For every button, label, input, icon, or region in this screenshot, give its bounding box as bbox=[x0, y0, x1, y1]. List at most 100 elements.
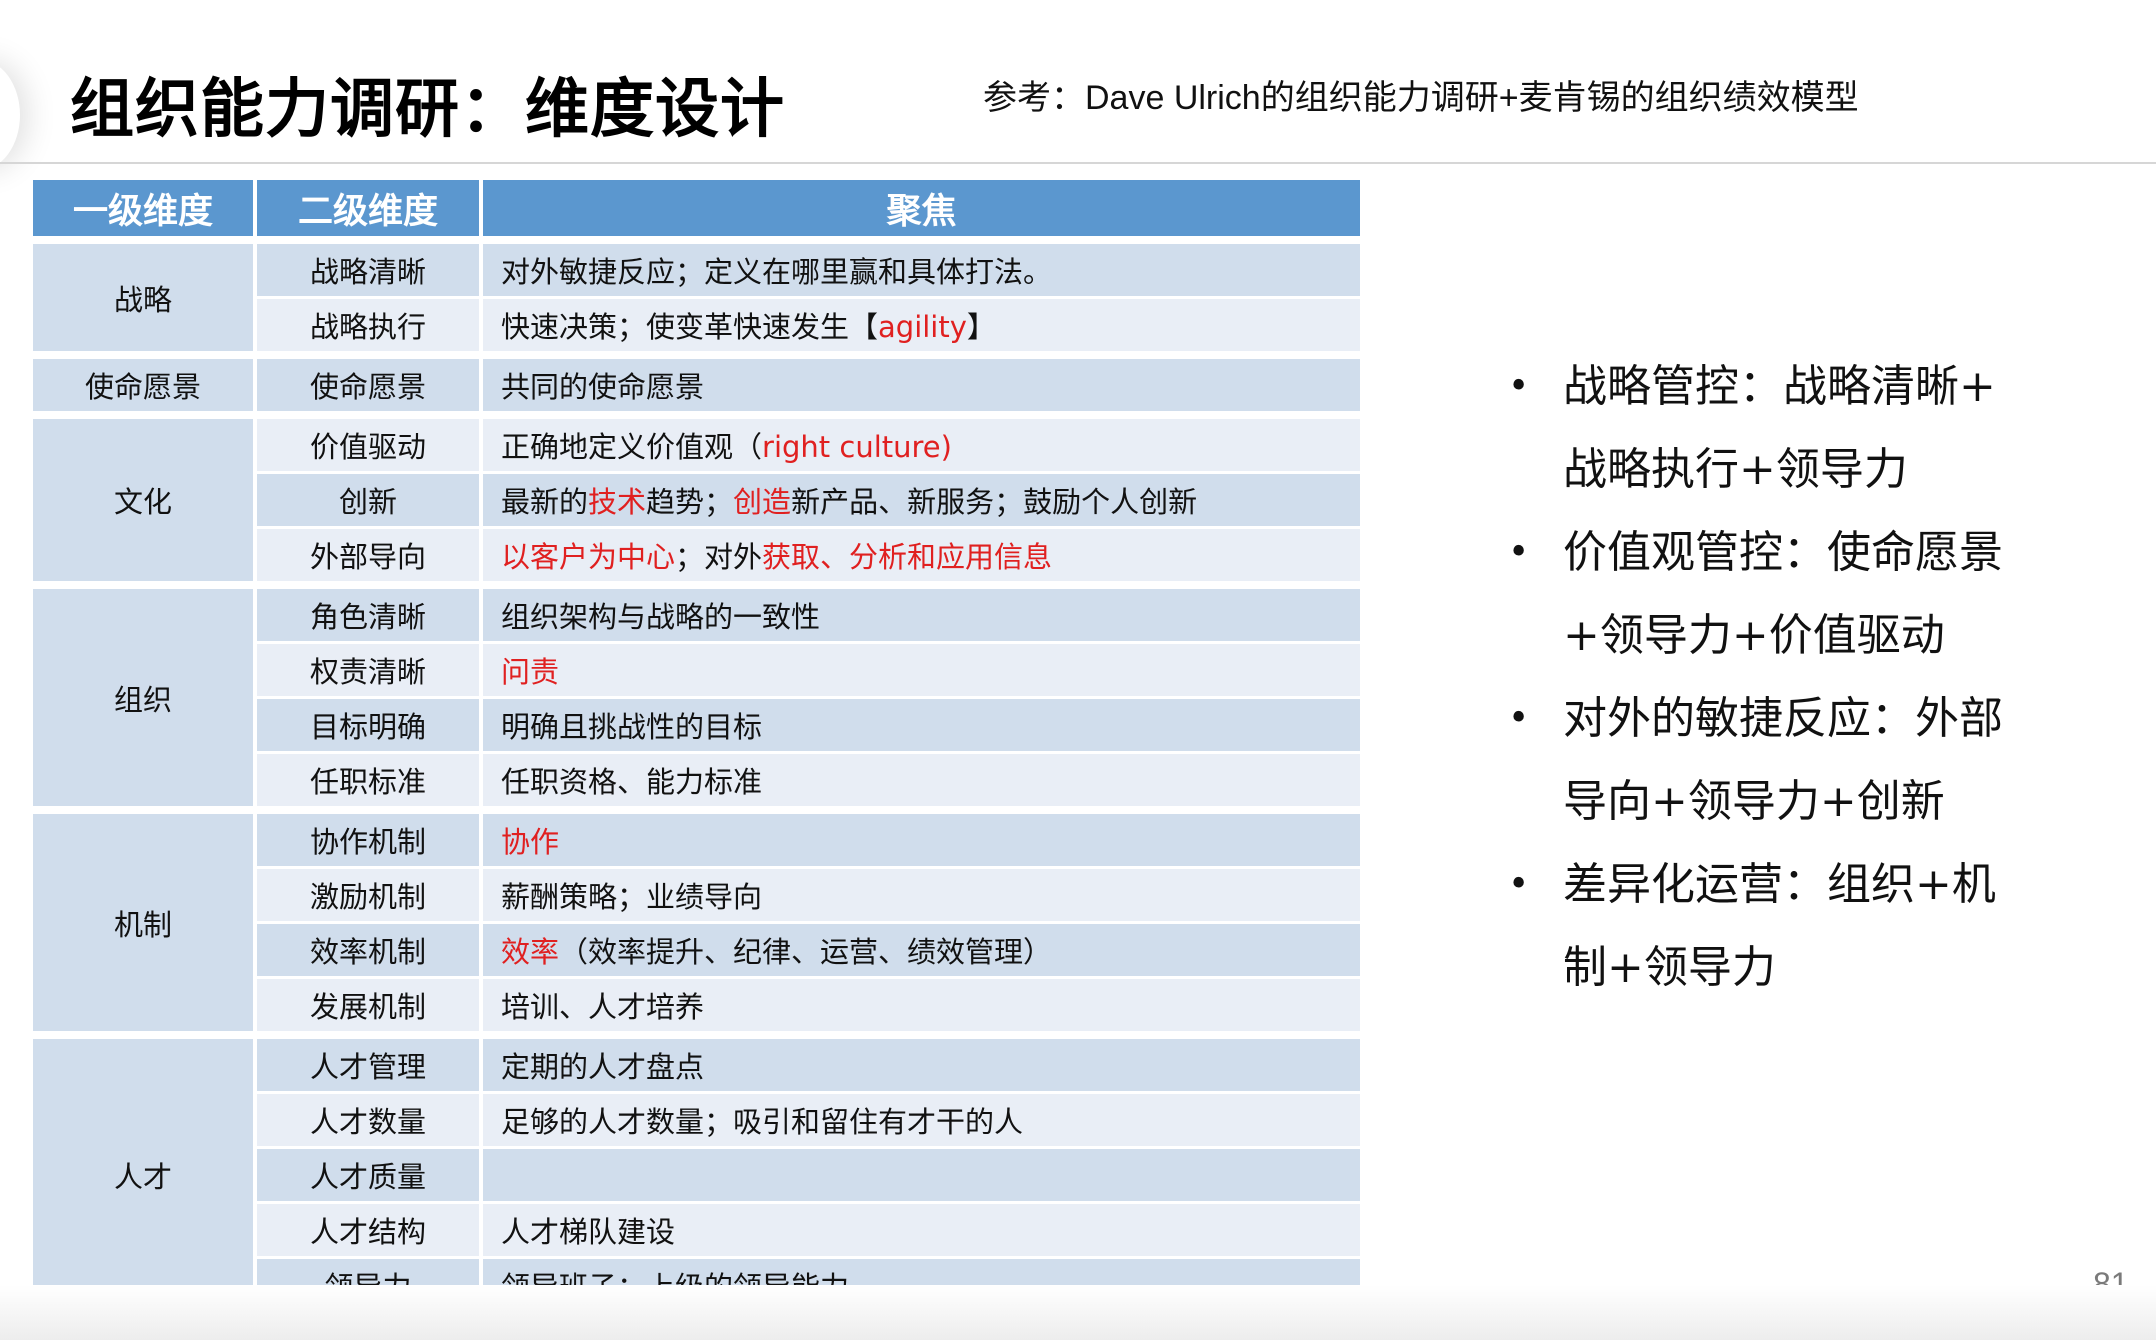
focus-text: 培训、人才培养 bbox=[501, 990, 705, 1024]
title-divider bbox=[0, 162, 2156, 164]
footer-gradient bbox=[0, 1285, 2156, 1340]
focus-cell: 培训、人才培养 bbox=[483, 979, 1360, 1039]
header-level2: 二级维度 bbox=[257, 180, 479, 244]
focus-cell: 快速决策；使变革快速发生【agility】 bbox=[483, 299, 1360, 359]
focus-cell: 薪酬策略；业绩导向 bbox=[483, 869, 1360, 924]
focus-cell: 共同的使命愿景 bbox=[483, 359, 1360, 419]
focus-cell: 效率（效率提升、纪律、运营、绩效管理） bbox=[483, 924, 1360, 979]
summary-bullet-item: • 对外的敏捷反应：外部 导向+领导力+创新 bbox=[1500, 677, 2060, 843]
bullet-line: 对外的敏捷反应：外部 bbox=[1563, 693, 2003, 744]
level1-dimension-cell: 机制 bbox=[33, 814, 253, 1039]
focus-highlight-text: 问责 bbox=[501, 655, 560, 689]
bullet-line: 导向+领导力+创新 bbox=[1563, 776, 1945, 827]
level2-dimension-cell: 目标明确 bbox=[257, 699, 479, 754]
focus-cell: 足够的人才数量；吸引和留住有才干的人 bbox=[483, 1094, 1360, 1149]
focus-text: 足够的人才数量；吸引和留住有才干的人 bbox=[501, 1105, 1024, 1139]
bullet-line: 战略执行+领导力 bbox=[1563, 444, 1908, 495]
level2-dimension-cell: 激励机制 bbox=[257, 869, 479, 924]
bullet-line: 差异化运营：组织+机 bbox=[1563, 859, 1996, 910]
level1-dimension-cell: 战略 bbox=[33, 244, 253, 359]
level1-dimension-cell: 使命愿景 bbox=[33, 359, 253, 419]
focus-cell: 任职资格、能力标准 bbox=[483, 754, 1360, 814]
focus-text: 组织架构与战略的一致性 bbox=[501, 600, 821, 634]
table-row: 战略 战略清晰 对外敏捷反应；定义在哪里赢和具体打法。 bbox=[33, 244, 1360, 359]
focus-cell: 对外敏捷反应；定义在哪里赢和具体打法。 bbox=[483, 244, 1360, 299]
focus-cell: 协作 bbox=[483, 814, 1360, 869]
level2-dimension-cell: 协作机制 bbox=[257, 814, 479, 869]
level2-dimension-cell: 角色清晰 bbox=[257, 589, 479, 644]
level1-dimension-cell: 文化 bbox=[33, 419, 253, 589]
focus-text: 正确地定义价值观（ bbox=[501, 430, 763, 464]
dimension-table: 一级维度 二级维度 聚焦 战略 战略清晰 对外敏捷反应；定义在哪里赢和具体打法。 战略… bbox=[29, 180, 1364, 1319]
level2-dimension-cell: 权责清晰 bbox=[257, 644, 479, 699]
focus-highlight-text: agility bbox=[878, 310, 967, 344]
level2-dimension-cell: 价值驱动 bbox=[257, 419, 479, 474]
focus-text: 趋势； bbox=[646, 485, 734, 519]
focus-text: 共同的使命愿景 bbox=[501, 370, 705, 404]
level2-dimension-cell: 人才数量 bbox=[257, 1094, 479, 1149]
focus-highlight-text: 获取、分析和应用信息 bbox=[762, 540, 1053, 574]
header-level1: 一级维度 bbox=[33, 180, 253, 244]
focus-highlight-text: right culture) bbox=[762, 430, 952, 464]
table-row: 使命愿景 使命愿景 共同的使命愿景 bbox=[33, 359, 1360, 419]
level2-dimension-cell: 使命愿景 bbox=[257, 359, 479, 419]
summary-bullet-item: • 差异化运营：组织+机 制+领导力 bbox=[1500, 843, 2060, 1009]
level2-dimension-cell: 效率机制 bbox=[257, 924, 479, 979]
level2-dimension-cell: 人才结构 bbox=[257, 1204, 479, 1259]
decorative-corner-shape bbox=[0, 60, 20, 170]
focus-text: 任职资格、能力标准 bbox=[501, 765, 763, 799]
focus-highlight-text: 创造 bbox=[733, 485, 792, 519]
level2-dimension-cell: 战略执行 bbox=[257, 299, 479, 359]
focus-cell: 人才梯队建设 bbox=[483, 1204, 1360, 1259]
focus-text: （效率提升、纪律、运营、绩效管理） bbox=[559, 935, 1053, 969]
summary-bullet-item: • 价值观管控：使命愿景 +领导力+价值驱动 bbox=[1500, 511, 2060, 677]
level2-dimension-cell: 任职标准 bbox=[257, 754, 479, 814]
bullet-line: +领导力+价值驱动 bbox=[1563, 610, 1945, 661]
bullet-line: 制+领导力 bbox=[1563, 942, 1776, 993]
table-row: 组织 角色清晰 组织架构与战略的一致性 bbox=[33, 589, 1360, 814]
focus-cell: 最新的技术趋势；创造新产品、新服务；鼓励个人创新 bbox=[483, 474, 1360, 529]
summary-bullet-item: • 战略管控：战略清晰+ 战略执行+领导力 bbox=[1500, 345, 2060, 511]
focus-highlight-text: 以客户为中心 bbox=[501, 540, 676, 574]
focus-cell: 明确且挑战性的目标 bbox=[483, 699, 1360, 754]
focus-cell: 正确地定义价值观（right culture) bbox=[483, 419, 1360, 474]
header-focus: 聚焦 bbox=[483, 180, 1360, 244]
focus-highlight-text: 技术 bbox=[588, 485, 647, 519]
level2-dimension-cell: 外部导向 bbox=[257, 529, 479, 589]
level2-dimension-cell: 人才管理 bbox=[257, 1039, 479, 1094]
bullet-dot-icon: • bbox=[1508, 864, 1530, 905]
level1-dimension-cell: 人才 bbox=[33, 1039, 253, 1319]
focus-text: 最新的 bbox=[501, 485, 589, 519]
bullet-line: 价值观管控：使命愿景 bbox=[1563, 527, 2003, 578]
focus-text: 快速决策；使变革快速发生【 bbox=[501, 310, 879, 344]
bullet-line: 战略管控：战略清晰+ bbox=[1563, 361, 1996, 412]
slide-title: 组织能力调研：维度设计 bbox=[70, 72, 785, 147]
focus-cell: 问责 bbox=[483, 644, 1360, 699]
level2-dimension-cell: 战略清晰 bbox=[257, 244, 479, 299]
focus-text: 薪酬策略；业绩导向 bbox=[501, 880, 763, 914]
bullet-dot-icon: • bbox=[1508, 698, 1530, 739]
table-row: 文化 价值驱动 正确地定义价值观（right culture) bbox=[33, 419, 1360, 589]
table-row: 机制 协作机制 协作 bbox=[33, 814, 1360, 1039]
focus-cell: 组织架构与战略的一致性 bbox=[483, 589, 1360, 644]
table-body: 战略 战略清晰 对外敏捷反应；定义在哪里赢和具体打法。 战略执行 快速决策；使变革快速发… bbox=[33, 244, 1360, 1319]
focus-text: 人才梯队建设 bbox=[501, 1215, 676, 1249]
table-header-row: 一级维度 二级维度 聚焦 bbox=[33, 180, 1360, 244]
focus-cell: 定期的人才盘点 bbox=[483, 1039, 1360, 1094]
level2-dimension-cell: 创新 bbox=[257, 474, 479, 529]
focus-cell: 以客户为中心；对外获取、分析和应用信息 bbox=[483, 529, 1360, 589]
focus-highlight-text: 协作 bbox=[501, 825, 560, 859]
focus-highlight-text: 效率 bbox=[501, 935, 560, 969]
focus-cell bbox=[483, 1149, 1360, 1204]
focus-text: 明确且挑战性的目标 bbox=[501, 710, 763, 744]
level1-dimension-cell: 组织 bbox=[33, 589, 253, 814]
bullet-dot-icon: • bbox=[1508, 532, 1530, 573]
focus-text: 新产品、新服务；鼓励个人创新 bbox=[791, 485, 1198, 519]
summary-bullet-list: • 战略管控：战略清晰+ 战略执行+领导力 • 价值观管控：使命愿景 +领导力+价值驱动 •… bbox=[1500, 345, 2060, 1009]
level2-dimension-cell: 发展机制 bbox=[257, 979, 479, 1039]
level2-dimension-cell: 人才质量 bbox=[257, 1149, 479, 1204]
focus-text: 对外敏捷反应；定义在哪里赢和具体打法。 bbox=[501, 255, 1053, 289]
focus-text: ；对外 bbox=[675, 540, 763, 574]
reference-note: 参考：Dave Ulrich的组织能力调研+麦肯锡的组织绩效模型 bbox=[983, 79, 1859, 117]
table-row: 人才 人才管理 定期的人才盘点 bbox=[33, 1039, 1360, 1319]
